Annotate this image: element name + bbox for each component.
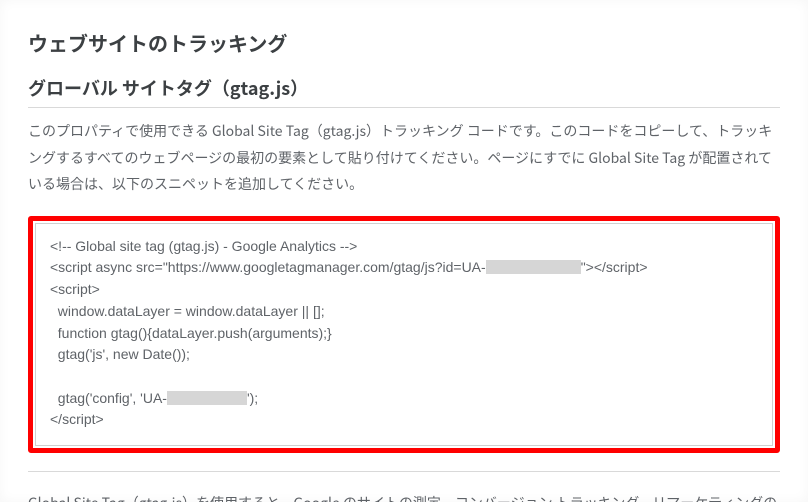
code-highlight-frame: <!-- Global site tag (gtag.js) - Google … xyxy=(28,216,780,453)
section-subtitle: グローバル サイトタグ（gtag.js） xyxy=(28,75,780,105)
code-line: function gtag(){dataLayer.push(arguments… xyxy=(50,325,332,341)
redacted-id xyxy=(486,260,581,274)
code-line: "></script> xyxy=(581,259,648,275)
outro-paragraph: Global Site Tag（gtag.js）を使用すると、Google のサ… xyxy=(28,490,780,502)
tracking-code-snippet[interactable]: <!-- Global site tag (gtag.js) - Google … xyxy=(35,223,773,446)
divider xyxy=(28,471,780,472)
code-line: <script async src="https://www.googletag… xyxy=(50,259,486,275)
divider xyxy=(28,107,780,108)
intro-paragraph: このプロパティで使用できる Global Site Tag（gtag.js）トラ… xyxy=(28,118,780,198)
redacted-id xyxy=(167,391,247,405)
code-line: gtag('config', 'UA- xyxy=(50,390,167,406)
code-line: gtag('js', new Date()); xyxy=(50,346,190,362)
page: ウェブサイトのトラッキング グローバル サイトタグ（gtag.js） このプロパ… xyxy=(0,0,808,502)
code-line: </script> xyxy=(50,411,104,427)
code-line: <!-- Global site tag (gtag.js) - Google … xyxy=(50,238,357,254)
code-line: '); xyxy=(247,390,258,406)
code-line: <script> xyxy=(50,281,100,297)
code-line: window.dataLayer = window.dataLayer || [… xyxy=(50,303,325,319)
page-title: ウェブサイトのトラッキング xyxy=(28,28,780,57)
